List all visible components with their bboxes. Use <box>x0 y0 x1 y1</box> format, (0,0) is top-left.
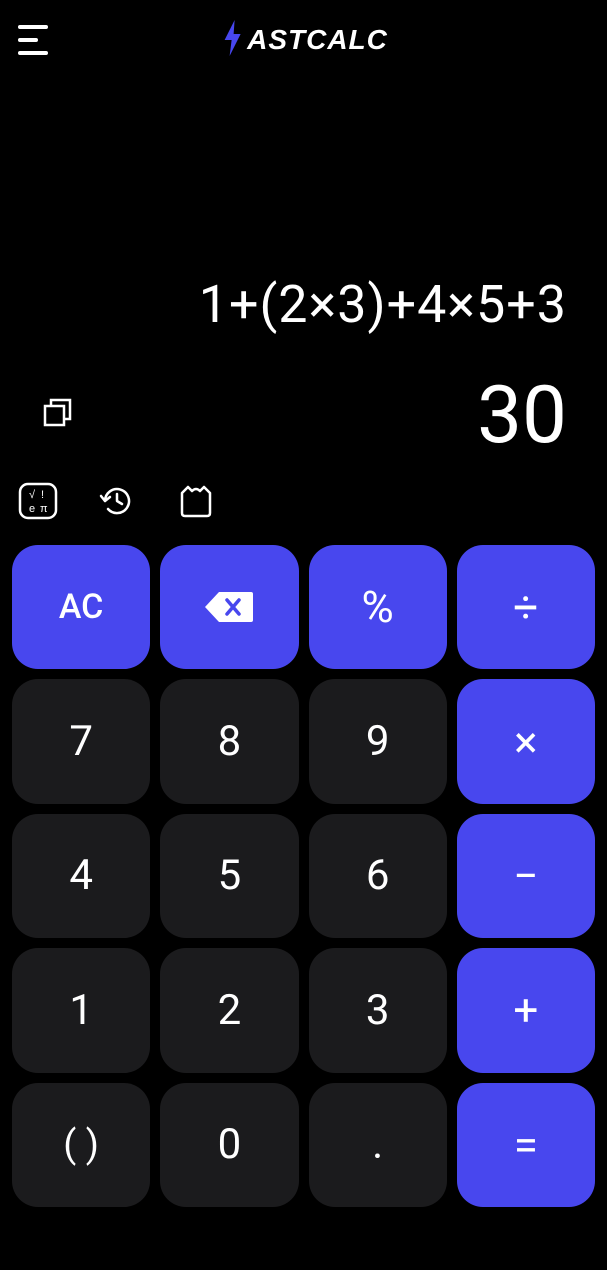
key-divide[interactable]: ÷ <box>457 545 595 669</box>
expression-display: 1+(2×3)+4×5+3 <box>40 274 567 335</box>
header: ASTCALC <box>0 0 607 80</box>
svg-text:√: √ <box>29 489 36 501</box>
display-area: 1+(2×3)+4×5+3 30 <box>0 80 607 475</box>
key-1[interactable]: 1 <box>12 948 150 1072</box>
svg-text:π: π <box>40 503 48 515</box>
key-2[interactable]: 2 <box>160 948 298 1072</box>
copy-button[interactable] <box>40 395 76 435</box>
key-backspace[interactable] <box>160 545 298 669</box>
key-6[interactable]: 6 <box>309 814 447 938</box>
key-plus[interactable]: + <box>457 948 595 1072</box>
scientific-mode-button[interactable]: √ ! e π <box>18 482 58 520</box>
result-row: 30 <box>40 375 567 455</box>
key-decimal[interactable]: . <box>309 1083 447 1207</box>
svg-text:!: ! <box>41 489 44 501</box>
bolt-icon <box>219 18 245 62</box>
key-3[interactable]: 3 <box>309 948 447 1072</box>
key-4[interactable]: 4 <box>12 814 150 938</box>
backspace-icon <box>203 588 255 626</box>
key-percent[interactable]: % <box>309 545 447 669</box>
key-equals[interactable]: = <box>457 1083 595 1207</box>
menu-button[interactable] <box>18 22 54 58</box>
app-name: ASTCALC <box>247 24 388 56</box>
key-9[interactable]: 9 <box>309 679 447 803</box>
key-7[interactable]: 7 <box>12 679 150 803</box>
key-minus[interactable]: − <box>457 814 595 938</box>
result-display: 30 <box>477 375 567 455</box>
keypad: AC % ÷ 7 8 9 × 4 5 6 − 1 2 3 + ( ) 0 . = <box>0 545 607 1237</box>
key-8[interactable]: 8 <box>160 679 298 803</box>
tools-row: √ ! e π <box>0 475 607 545</box>
app-logo: ASTCALC <box>219 18 388 62</box>
key-ac[interactable]: AC <box>12 545 150 669</box>
history-button[interactable] <box>98 482 136 520</box>
theme-button[interactable] <box>176 483 216 519</box>
key-multiply[interactable]: × <box>457 679 595 803</box>
key-5[interactable]: 5 <box>160 814 298 938</box>
svg-text:e: e <box>29 503 35 515</box>
key-0[interactable]: 0 <box>160 1083 298 1207</box>
key-parentheses[interactable]: ( ) <box>12 1083 150 1207</box>
